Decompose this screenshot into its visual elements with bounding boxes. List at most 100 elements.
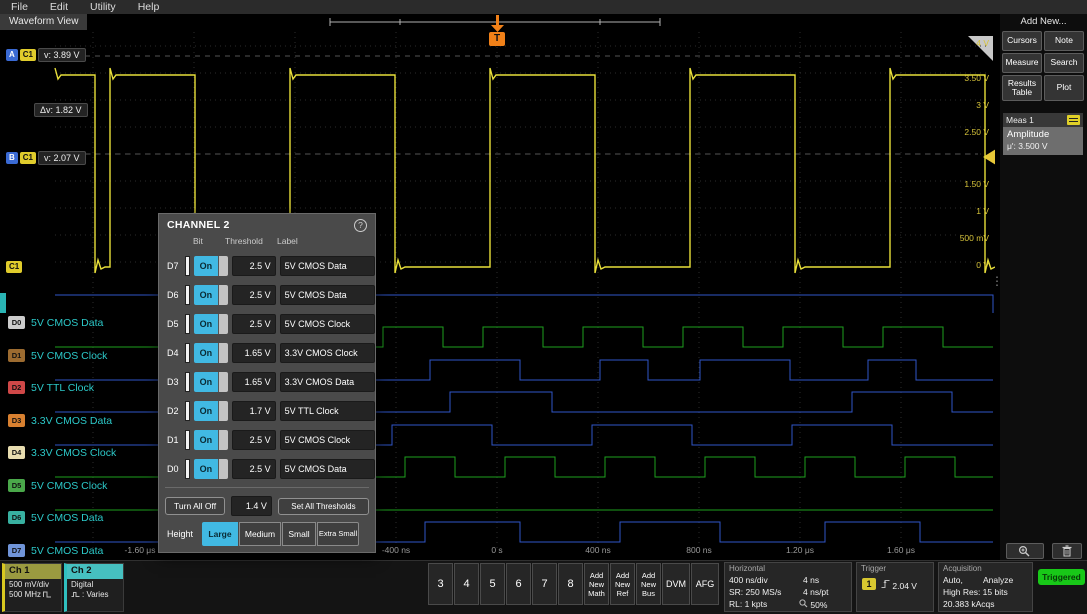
label-field[interactable]: 3.3V CMOS Clock [280,343,375,363]
set-all-thresholds-button[interactable]: Set All Thresholds [278,498,369,515]
label-field[interactable]: 5V CMOS Data [280,285,375,305]
afg-button[interactable]: AFG [691,563,719,605]
threshold-field[interactable]: 2.5 V [232,430,276,450]
turn-all-off-button[interactable]: Turn All Off [165,497,225,515]
threshold-field[interactable]: 1.7 V [232,401,276,421]
threshold-field[interactable]: 2.5 V [232,256,276,276]
channel5-button[interactable]: 5 [480,563,505,605]
magnifier-icon [1017,545,1033,557]
dvm-button[interactable]: DVM [662,563,690,605]
digital-channel-row[interactable]: D0 5V CMOS Data [8,315,103,330]
help-icon[interactable]: ? [354,219,367,232]
trigger-flag[interactable]: T [489,32,505,46]
add-measure-button[interactable]: Measure [1002,53,1042,73]
digital-group-marker[interactable] [0,293,6,313]
bit-on-toggle[interactable]: On [194,430,228,450]
bit-label: D7 [167,261,183,271]
waveform-canvas[interactable] [0,14,995,560]
ch1-ground-marker[interactable]: C1 [6,261,22,273]
col-threshold: Threshold [225,236,263,246]
bit-on-toggle[interactable]: On [194,401,228,421]
add-new-ref-button[interactable]: Add New Ref [610,563,635,605]
label-field[interactable]: 5V TTL Clock [280,401,375,421]
trigger-position-marker[interactable] [491,15,504,32]
threshold-field[interactable]: 1.65 V [232,372,276,392]
threshold-field[interactable]: 2.5 V [232,285,276,305]
trash-button[interactable] [1052,543,1082,559]
add-new-bus-button[interactable]: Add New Bus [636,563,661,605]
toggle-knob [218,256,228,276]
all-threshold-field[interactable]: 1.4 V [231,496,272,516]
add-results-table-button[interactable]: Results Table [1002,75,1042,101]
cursor-a-readout[interactable]: A C1 v: 3.89 V [6,48,86,62]
bit-on-toggle[interactable]: On [194,459,228,479]
channel6-button[interactable]: 6 [506,563,531,605]
tab-waveform-view[interactable]: Waveform View [0,14,87,30]
menu-bar: File Edit Utility Help [0,0,1087,14]
horizontal-title: Horizontal [729,564,765,573]
bit-on-toggle[interactable]: On [194,343,228,363]
menu-item-edit[interactable]: Edit [39,0,79,14]
channel2-badge[interactable]: Ch 2 Digital : Varies [64,563,124,612]
add-search-button[interactable]: Search [1044,53,1084,73]
bit-label: D2 [167,406,183,416]
digital-channel-row[interactable]: D5 5V CMOS Clock [8,478,107,493]
height-option-extra-small[interactable]: Extra Small [317,522,359,546]
zoom-button[interactable] [1006,543,1044,559]
threshold-field[interactable]: 1.65 V [232,343,276,363]
threshold-field[interactable]: 2.5 V [232,459,276,479]
digital-bit-chip: D4 [8,446,25,459]
measurement-badge-header: Meas 1 [1003,113,1083,127]
menu-item-utility[interactable]: Utility [79,0,127,14]
add-cursors-button[interactable]: Cursors [1002,31,1042,51]
channel8-button[interactable]: 8 [558,563,583,605]
height-option-medium[interactable]: Medium [239,522,281,546]
toggle-state-label: On [194,430,218,450]
digital-channel-row[interactable]: D4 3.3V CMOS Clock [8,445,116,460]
voltage-scale-label: 3 V [976,100,989,110]
add-note-button[interactable]: Note [1044,31,1084,51]
bit-on-toggle[interactable]: On [194,372,228,392]
digital-channel-row[interactable]: D6 5V CMOS Data [8,510,103,525]
menu-item-file[interactable]: File [0,0,39,14]
trigger-panel[interactable]: Trigger 1 2.04 V [856,562,934,612]
activity-indicator [185,314,190,334]
label-field[interactable]: 5V CMOS Clock [280,314,375,334]
channel1-scale: 500 mV/div [5,579,61,589]
channel3-button[interactable]: 3 [428,563,453,605]
digital-channel-row[interactable]: D2 5V TTL Clock [8,380,94,395]
digital-channel-row[interactable]: D3 3.3V CMOS Data [8,413,112,428]
acquisition-panel[interactable]: Acquisition Auto, Analyze High Res: 15 b… [938,562,1033,612]
bit-on-toggle[interactable]: On [194,285,228,305]
channel4-button[interactable]: 4 [454,563,479,605]
horizontal-panel[interactable]: Horizontal 400 ns/div 4 ns SR: 250 MS/s … [724,562,852,612]
panel-drag-handle[interactable]: ⋮ [991,274,1003,288]
add-plot-button[interactable]: Plot [1044,75,1084,101]
add-new-math-button[interactable]: Add New Math [584,563,609,605]
channel1-badge[interactable]: Ch 1 500 mV/div 500 MHz [2,563,62,612]
bit-on-toggle[interactable]: On [194,256,228,276]
label-field[interactable]: 5V CMOS Data [280,256,375,276]
measurement-value: μ': 3.500 V [1007,141,1079,151]
threshold-field[interactable]: 2.5 V [232,314,276,334]
height-option-small[interactable]: Small [282,522,316,546]
acquisition-resolution: High Res: 15 bits [943,587,1008,597]
dialog-bit-row: D4 On 1.65 V 3.3V CMOS Clock [159,338,375,367]
acquisition-mode: Auto, [943,575,963,585]
bottom-bar: Ch 1 500 mV/div 500 MHz Ch 2 Digital : V… [0,560,1087,614]
sample-rate: SR: 250 MS/s [729,587,781,597]
digital-channel-row[interactable]: D7 5V CMOS Data [8,543,103,558]
measurement-title: Meas 1 [1006,115,1034,125]
channel7-button[interactable]: 7 [532,563,557,605]
label-field[interactable]: 5V CMOS Data [280,459,375,479]
bit-on-toggle[interactable]: On [194,314,228,334]
height-option-large[interactable]: Large [202,522,238,546]
label-field[interactable]: 5V CMOS Clock [280,430,375,450]
cursor-b-readout[interactable]: B C1 v: 2.07 V [6,151,86,165]
label-field[interactable]: 3.3V CMOS Data [280,372,375,392]
toggle-state-label: On [194,401,218,421]
menu-item-help[interactable]: Help [127,0,171,14]
digital-channel-row[interactable]: D1 5V CMOS Clock [8,348,107,363]
measurement-badge[interactable]: Meas 1 Amplitude μ': 3.500 V [1003,113,1083,155]
col-label: Label [277,236,298,246]
